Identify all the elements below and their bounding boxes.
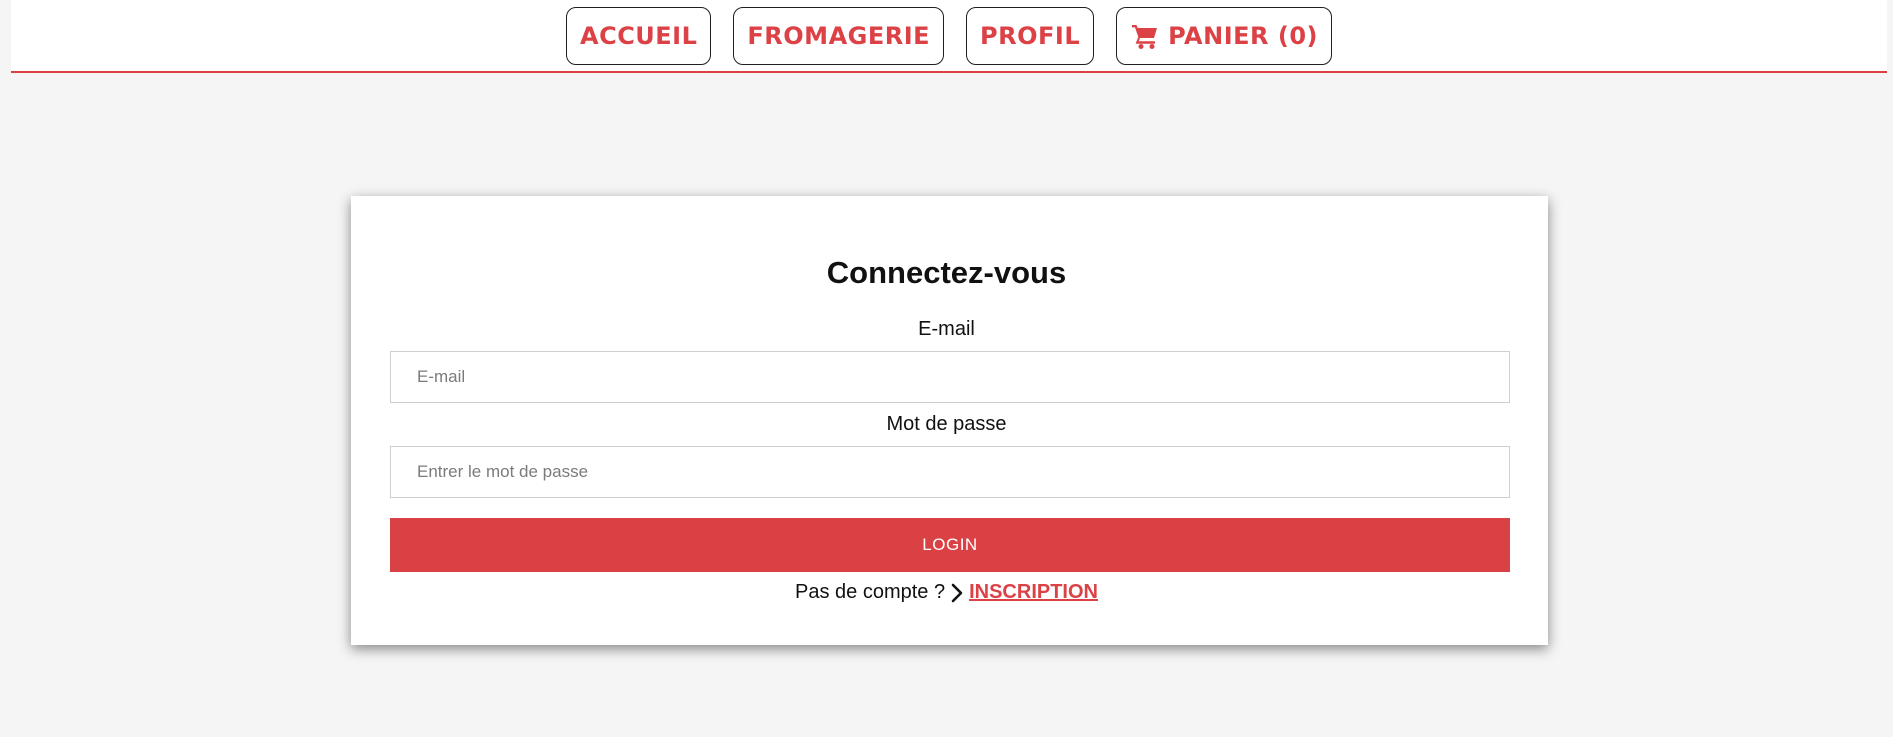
password-field[interactable] — [390, 446, 1510, 498]
signup-row: Pas de compte ? INSCRIPTION — [0, 581, 1893, 604]
nav-cart-button[interactable]: PANIER (0) — [1116, 7, 1332, 65]
shopping-cart-icon — [1130, 21, 1160, 51]
nav-cart-label: PANIER (0) — [1168, 22, 1318, 50]
nav-profile-button[interactable]: PROFIL — [966, 7, 1095, 65]
email-field[interactable] — [390, 351, 1510, 403]
chevron-right-icon — [951, 583, 963, 603]
password-label: Mot de passe — [886, 413, 1007, 435]
login-button[interactable]: LOGIN — [390, 518, 1510, 572]
no-account-text: Pas de compte ? — [795, 581, 946, 603]
main-nav: ACCUEIL FROMAGERIE PROFIL PANIER (0) — [11, 7, 1887, 65]
signup-link[interactable]: INSCRIPTION — [969, 581, 1098, 604]
nav-home-button[interactable]: ACCUEIL — [566, 7, 712, 65]
email-label: E-mail — [918, 318, 975, 340]
nav-profile-label: PROFIL — [980, 22, 1081, 50]
nav-shop-button[interactable]: FROMAGERIE — [733, 7, 945, 65]
site-header: ACCUEIL FROMAGERIE PROFIL PANIER (0) — [11, 0, 1887, 73]
login-title: Connectez-vous — [826, 255, 1067, 290]
nav-shop-label: FROMAGERIE — [747, 22, 931, 50]
nav-home-label: ACCUEIL — [580, 22, 698, 50]
